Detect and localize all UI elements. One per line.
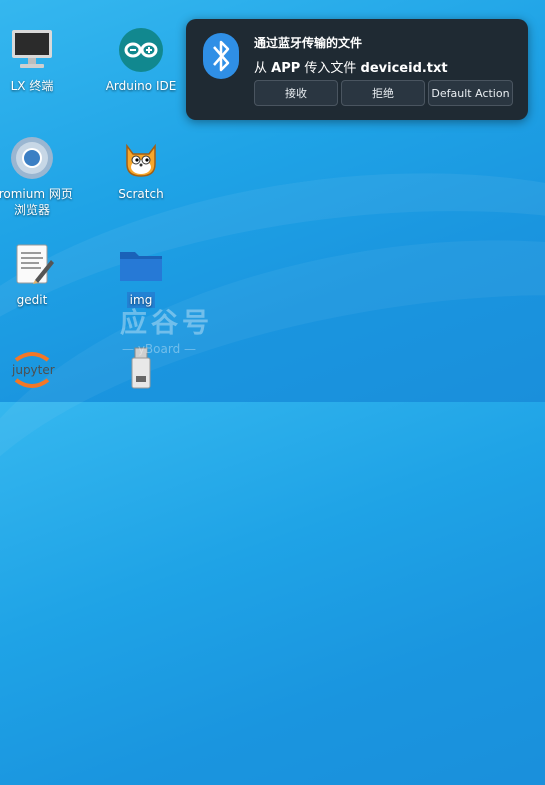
- icon-label: gedit: [16, 293, 48, 307]
- chromium-icon: [8, 134, 56, 182]
- default-action-button[interactable]: Default Action: [428, 80, 513, 106]
- jupyter-icon: jupyter: [8, 346, 56, 394]
- desktop-icon-arduino-ide[interactable]: Arduino IDE: [91, 26, 191, 94]
- icon-label: LX 终端: [10, 79, 54, 93]
- desktop-icon-chromium[interactable]: hromium 网页 浏览器: [0, 134, 82, 218]
- folder-icon: [117, 240, 165, 288]
- desktop-icon-lx-terminal[interactable]: LX 终端: [0, 26, 82, 94]
- desktop-icon-img-folder[interactable]: img: [91, 240, 191, 308]
- notification-body: 从 APP 传入文件 deviceid.txt: [254, 61, 448, 76]
- bluetooth-icon: [203, 33, 239, 79]
- watermark-sub: — yBoard —: [122, 342, 196, 356]
- scratch-cat-icon: [117, 134, 165, 182]
- desktop-icon-gedit[interactable]: gedit: [0, 240, 82, 308]
- arduino-icon: [117, 26, 165, 74]
- monitor-icon: [8, 26, 56, 74]
- accept-button[interactable]: 接收: [254, 80, 338, 106]
- icon-label: Arduino IDE: [105, 79, 177, 93]
- text-editor-icon: [8, 240, 56, 288]
- svg-text:jupyter: jupyter: [11, 363, 55, 377]
- desktop-icon-jupyter[interactable]: jupyter: [0, 346, 82, 394]
- desktop-icon-scratch[interactable]: Scratch: [91, 134, 191, 202]
- notification-title: 通过蓝牙传输的文件: [254, 36, 363, 50]
- icon-label: Scratch: [118, 187, 164, 201]
- watermark-text: 应谷号: [120, 308, 213, 339]
- bluetooth-notification: 通过蓝牙传输的文件 从 APP 传入文件 deviceid.txt 接收 拒绝 …: [186, 19, 528, 120]
- reject-button[interactable]: 拒绝: [341, 80, 425, 106]
- icon-label: hromium 网页 浏览器: [0, 187, 73, 217]
